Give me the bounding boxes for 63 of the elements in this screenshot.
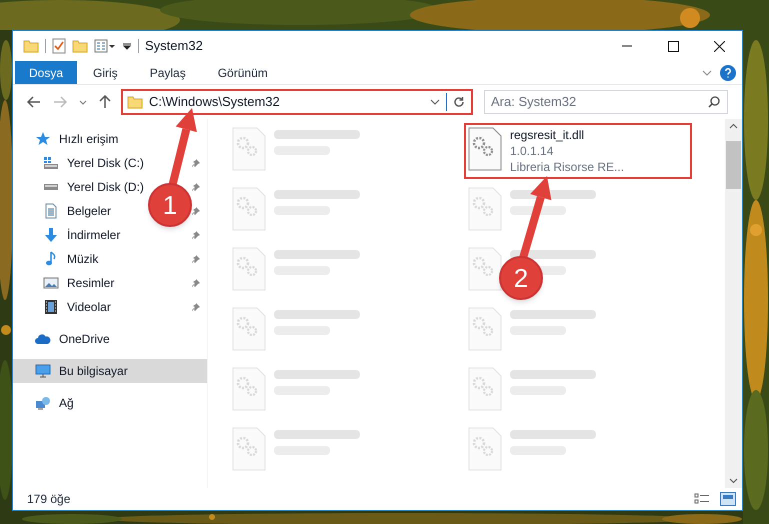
sidebar-item[interactable]: Hızlı erişim [59, 130, 118, 148]
address-bar[interactable]: C:\Windows\System32 [121, 89, 473, 115]
sidebar-item[interactable]: Belgeler [67, 202, 112, 220]
film-strip-icon [43, 299, 59, 315]
sidebar-item[interactable]: İndirmeler [67, 226, 120, 244]
sidebar-item[interactable]: Bu bilgisayar [59, 362, 128, 380]
star-icon [35, 131, 51, 147]
file-detail: Libreria Risorse RE... [510, 159, 624, 175]
item-count: 179 öğe [26, 491, 70, 508]
scrollbar[interactable] [725, 119, 742, 488]
back-arrow-icon[interactable] [27, 96, 41, 108]
file-name: regsresit_it.dll [510, 127, 586, 143]
details-view-icon[interactable] [694, 493, 710, 505]
ribbon-tab[interactable]: Giriş [77, 61, 134, 84]
ribbon-tab[interactable]: Dosya [15, 61, 78, 84]
close-icon[interactable] [714, 40, 724, 52]
sidebar-item[interactable]: Resimler [67, 274, 114, 292]
tiles-view-icon[interactable] [720, 492, 736, 506]
ribbon-tab[interactable]: Görünüm [202, 61, 284, 84]
maximize-icon[interactable] [668, 40, 678, 52]
sidebar-item[interactable]: OneDrive [59, 330, 110, 348]
chevron-down-icon[interactable] [702, 70, 712, 76]
properties-icon[interactable] [94, 39, 116, 53]
chevron-down-icon[interactable] [430, 99, 440, 105]
pin-icon[interactable] [191, 206, 201, 216]
minimize-icon[interactable] [622, 45, 632, 47]
search-icon[interactable] [708, 96, 720, 108]
refresh-icon[interactable] [453, 96, 465, 108]
landscape-picture-icon [43, 277, 59, 289]
pin-icon[interactable] [191, 254, 201, 264]
file-detail: 1.0.1.14 [510, 143, 554, 159]
folder-icon [127, 95, 143, 109]
sidebar-item[interactable]: Yerel Disk (D:) [67, 178, 144, 196]
window-title: System32 [145, 37, 203, 56]
network-icon [35, 395, 51, 411]
pin-icon[interactable] [191, 278, 201, 288]
search-field[interactable]: Ara: System32 [484, 90, 728, 114]
sidebar-item[interactable]: Videolar [67, 298, 111, 316]
scroll-down-icon[interactable] [729, 478, 738, 484]
sidebar-item[interactable]: Yerel Disk (C:) [67, 154, 144, 172]
help-icon[interactable] [720, 64, 736, 80]
pin-icon[interactable] [191, 230, 201, 240]
drive-icon [43, 156, 59, 170]
checklist-icon[interactable] [52, 38, 66, 54]
sidebar-item[interactable]: Ağ [59, 394, 74, 412]
download-icon [43, 227, 59, 243]
pin-icon[interactable] [191, 182, 201, 192]
drive-icon [43, 183, 59, 191]
dropdown-caret-icon[interactable] [122, 41, 132, 51]
file-item[interactable]: regsresit_it.dll 1.0.1.14 Libreria Risorse RE... [464, 123, 692, 179]
cloud-icon [35, 333, 51, 345]
scroll-up-icon[interactable] [729, 123, 738, 129]
monitor-icon [35, 363, 51, 379]
ribbon-tab[interactable]: Paylaş [134, 61, 202, 84]
up-arrow-icon[interactable] [99, 95, 111, 109]
document-icon [43, 203, 59, 219]
selection-highlight[interactable]: Bu bilgisayar [13, 359, 207, 383]
pin-icon[interactable] [191, 302, 201, 312]
sidebar-item[interactable]: Müzik [67, 250, 98, 268]
pin-icon[interactable] [191, 158, 201, 168]
scroll-thumb[interactable] [726, 141, 741, 189]
address-path: C:\Windows\System32 [149, 93, 280, 112]
chevron-down-icon[interactable] [79, 100, 87, 104]
